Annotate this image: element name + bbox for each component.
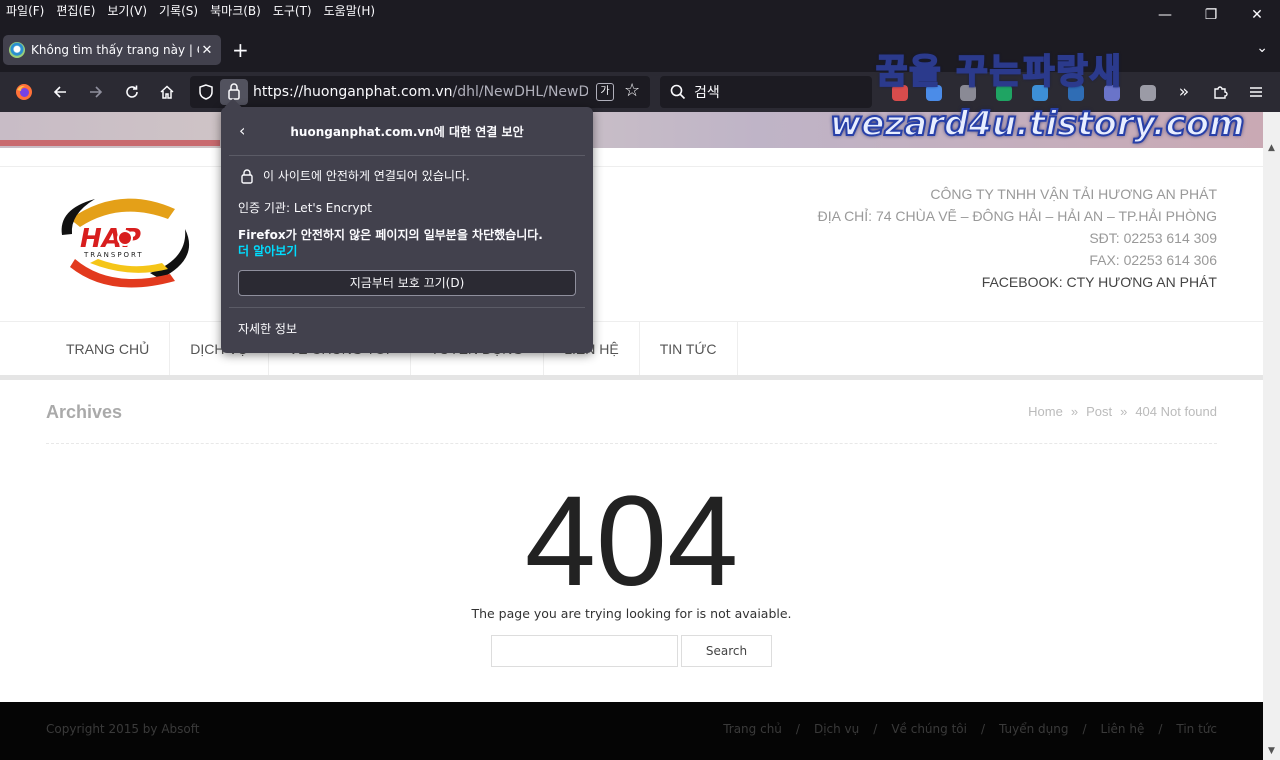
footer-link-news[interactable]: Tin tức <box>1176 722 1217 736</box>
lock-icon <box>241 168 253 184</box>
error-code: 404 <box>524 470 739 613</box>
top-strip-accent <box>0 140 220 146</box>
extensions-puzzle-icon[interactable] <box>1208 80 1232 104</box>
site-header: HAP TRANSPORT CÔNG TY TNHH VẬN TẢI HƯƠNG… <box>0 166 1263 322</box>
forward-arrow-icon[interactable] <box>84 80 108 104</box>
home-icon[interactable] <box>155 80 179 104</box>
extension-6-icon[interactable] <box>1068 85 1084 101</box>
web-page: HAP TRANSPORT CÔNG TY TNHH VẬN TẢI HƯƠNG… <box>0 112 1263 760</box>
url-text[interactable]: https://huonganphat.com.vn/dhl/NewDHL/Ne… <box>253 76 588 108</box>
tracking-protection-shield-icon[interactable] <box>196 82 216 102</box>
breadcrumb-current: 404 Not found <box>1135 404 1217 419</box>
footer-link-about[interactable]: Về chúng tôi <box>891 722 967 736</box>
breadcrumb-post[interactable]: Post <box>1086 404 1112 419</box>
learn-more-link[interactable]: 더 알아보기 <box>238 242 297 259</box>
company-name: CÔNG TY TNHH VẬN TẢI HƯƠNG AN PHÁT <box>930 186 1217 202</box>
search-form: Search <box>491 635 772 667</box>
hamburger-menu-icon[interactable] <box>1244 80 1268 104</box>
archives-title: Archives <box>46 402 123 422</box>
nav-toolbar: https://huonganphat.com.vn/dhl/NewDHL/Ne… <box>0 72 1280 112</box>
search-placeholder: 검색 <box>694 85 720 101</box>
search-icon <box>670 84 686 100</box>
bookmark-star-icon[interactable]: ☆ <box>624 80 640 101</box>
blocked-content-notice: Firefox가 안전하지 않은 페이지의 일부분을 차단했습니다. <box>238 228 543 242</box>
disable-protection-button[interactable]: 지금부터 보호 끄기(D) <box>238 270 576 296</box>
connection-security-popup: ‹ huonganphat.com.vn에 대한 연결 보안 이 사이트에 안전… <box>221 98 593 353</box>
company-info: CÔNG TY TNHH VẬN TẢI HƯƠNG AN PHÁT ĐỊA C… <box>818 183 1217 293</box>
error-message: The page you are trying looking for is n… <box>471 606 792 621</box>
page-scrollbar[interactable]: ▲ ▼ <box>1263 112 1280 760</box>
scroll-down-arrow-icon[interactable]: ▼ <box>1263 743 1280 760</box>
breadcrumb-home[interactable]: Home <box>1028 404 1063 419</box>
nav-home[interactable]: TRANG CHỦ <box>46 322 171 376</box>
menu-bar: 파일(F) 편집(E) 보기(V) 기록(S) 북마크(B) 도구(T) 도움말… <box>0 0 1280 22</box>
tab-active[interactable]: Không tìm thấy trang này | Cô ✕ <box>3 35 221 65</box>
nav-news[interactable]: TIN TỨC <box>640 322 738 376</box>
popup-divider-2 <box>229 307 585 308</box>
site-footer: Copyright 2015 by Absoft Trang chủ / Dịch… <box>0 702 1263 760</box>
firefox-menu-icon[interactable] <box>12 80 36 104</box>
footer-copyright: Copyright 2015 by Absoft <box>46 722 200 736</box>
site-favicon-icon <box>9 42 25 58</box>
company-phone: SĐT: 02253 614 309 <box>1089 230 1217 246</box>
footer-link-careers[interactable]: Tuyển dụng <box>999 722 1068 736</box>
popup-title: huonganphat.com.vn에 대한 연결 보안 <box>290 125 524 139</box>
menu-help[interactable]: 도움말(H) <box>318 0 382 22</box>
reload-icon[interactable] <box>120 80 144 104</box>
hap-transport-logo[interactable]: HAP TRANSPORT <box>50 189 195 289</box>
tab-close-icon[interactable]: ✕ <box>199 43 215 58</box>
company-address: ĐỊA CHỈ: 74 CHÙA VẼ – ĐÔNG HẢI – HẢI AN … <box>817 208 1217 224</box>
blurred-top-strip <box>0 112 1263 148</box>
site-search-button[interactable]: Search <box>681 635 772 667</box>
search-bar[interactable]: 검색 <box>660 76 872 108</box>
menu-bookmarks[interactable]: 북마크(B) <box>204 0 267 22</box>
menu-history[interactable]: 기록(S) <box>153 0 204 22</box>
svg-text:TRANSPORT: TRANSPORT <box>83 251 144 259</box>
menu-edit[interactable]: 편집(E) <box>50 0 101 22</box>
more-information-item[interactable]: 자세한 정보 <box>238 320 297 337</box>
extension-4-icon[interactable] <box>996 85 1012 101</box>
tab-title: Không tìm thấy trang này | Cô <box>31 43 199 57</box>
secure-connection-row: 이 사이트에 안전하게 연결되어 있습니다. <box>239 167 470 184</box>
certificate-issuer: 인증 기관: Let's Encrypt <box>238 201 372 215</box>
tab-bar: Không tìm thấy trang này | Cô ✕ + ⌄ <box>0 22 1280 72</box>
menu-tools[interactable]: 도구(T) <box>267 0 318 22</box>
extension-5-icon[interactable] <box>1032 85 1048 101</box>
footer-links: Trang chủ / Dịch vụ / Về chúng tôi / Tuyển … <box>723 722 1217 736</box>
archive-header: Archives Home» Post» 404 Not found <box>46 402 1217 444</box>
site-search-input[interactable] <box>491 635 678 667</box>
translate-icon[interactable]: 가 <box>596 83 614 101</box>
menu-view[interactable]: 보기(V) <box>101 0 153 22</box>
back-arrow-icon[interactable] <box>48 80 72 104</box>
extension-2-icon[interactable] <box>926 85 942 101</box>
secure-connection-text: 이 사이트에 안전하게 연결되어 있습니다. <box>263 169 470 183</box>
scroll-up-arrow-icon[interactable]: ▲ <box>1263 140 1280 157</box>
extension-8-icon[interactable] <box>1140 85 1156 101</box>
new-tab-button[interactable]: + <box>232 40 249 60</box>
extension-1-icon[interactable] <box>892 85 908 101</box>
overflow-chevrons-icon[interactable]: » <box>1172 80 1196 104</box>
breadcrumb: Home» Post» 404 Not found <box>1028 404 1217 419</box>
extension-7-icon[interactable] <box>1104 85 1120 101</box>
nav-divider <box>0 375 1263 380</box>
tab-list-chevron-icon[interactable]: ⌄ <box>1256 40 1268 56</box>
footer-link-home[interactable]: Trang chủ <box>723 722 782 736</box>
company-facebook[interactable]: FACEBOOK: CTY HƯƠNG AN PHÁT <box>818 271 1217 293</box>
footer-link-services[interactable]: Dịch vụ <box>814 722 859 736</box>
extension-3-icon[interactable] <box>960 85 976 101</box>
menu-file[interactable]: 파일(F) <box>0 0 50 22</box>
popup-divider <box>229 155 585 156</box>
company-fax: FAX: 02253 614 306 <box>1089 252 1217 268</box>
url-bar[interactable]: https://huonganphat.com.vn/dhl/NewDHL/Ne… <box>190 76 650 108</box>
footer-link-contact[interactable]: Liên hệ <box>1101 722 1145 736</box>
